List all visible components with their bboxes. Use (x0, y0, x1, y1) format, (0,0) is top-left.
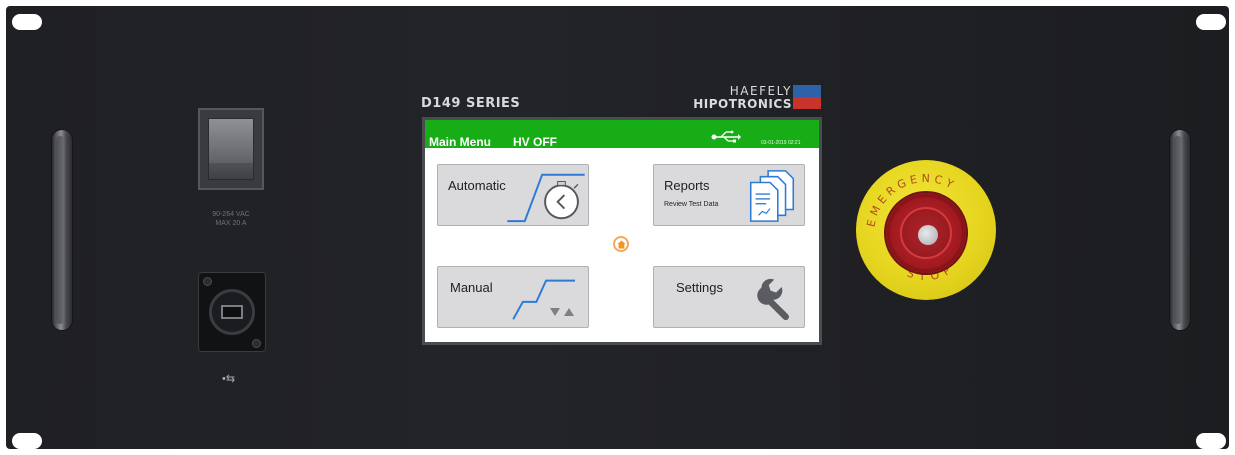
arrow-up-icon[interactable] (564, 307, 574, 317)
emergency-stop-ring (900, 207, 952, 259)
reports-button[interactable]: Reports Review Test Data (653, 164, 805, 226)
automatic-button[interactable]: Automatic (437, 164, 589, 226)
power-rating-line2: MAX 20 A (215, 220, 247, 227)
mount-hole-bottom-left (12, 433, 42, 449)
mount-hole-top-right (1196, 14, 1226, 30)
settings-label: Settings (676, 280, 723, 295)
right-handle[interactable] (1170, 130, 1190, 330)
emergency-stop-mushroom[interactable] (886, 193, 966, 273)
brand-logo-flag (793, 85, 821, 109)
ramp-icon (512, 279, 576, 320)
emergency-stop-button[interactable]: EMERGENCY STOP (856, 160, 996, 300)
screw-icon (203, 277, 212, 286)
usb-connector-ring (209, 289, 255, 335)
home-button[interactable] (613, 236, 629, 252)
touchscreen: Main Menu HV OFF 03-01-2019 02:21 Automa… (422, 117, 822, 345)
usb-icon: •⇆ (222, 373, 236, 385)
manual-label: Manual (450, 280, 493, 295)
wrench-icon (757, 278, 789, 321)
power-rating-line1: 90-264 VAC (212, 211, 250, 218)
brand-name-bottom: HIPOTRONICS (693, 97, 792, 111)
brand-name-top: HAEFELY (729, 84, 792, 98)
stopwatch-icon (507, 173, 585, 223)
left-handle[interactable] (52, 130, 72, 330)
automatic-label: Automatic (448, 178, 506, 193)
screen-title: Main Menu (429, 135, 491, 149)
mount-hole-top-left (12, 14, 42, 30)
reports-sublabel: Review Test Data (664, 201, 719, 208)
usb-port[interactable] (198, 272, 266, 352)
usb-icon (711, 130, 741, 143)
arrow-down-icon[interactable] (550, 307, 560, 317)
settings-button[interactable]: Settings (653, 266, 805, 328)
reports-label: Reports (664, 178, 710, 193)
mount-hole-bottom-right (1196, 433, 1226, 449)
power-switch[interactable] (198, 108, 264, 190)
manual-button[interactable]: Manual (437, 266, 589, 328)
screw-icon (252, 339, 261, 348)
date-time: 03-01-2019 02:21 (761, 140, 801, 146)
power-rating-label: 90-264 VAC MAX 20 A (195, 210, 267, 228)
hv-status: HV OFF (513, 135, 557, 149)
documents-icon (749, 170, 795, 222)
power-switch-rocker[interactable] (208, 118, 254, 180)
series-label: D149 SERIES (421, 96, 521, 111)
usb-slot[interactable] (221, 305, 243, 319)
home-icon (617, 240, 626, 249)
status-bar: Main Menu HV OFF 03-01-2019 02:21 (425, 120, 819, 149)
emergency-stop-center (918, 225, 938, 245)
